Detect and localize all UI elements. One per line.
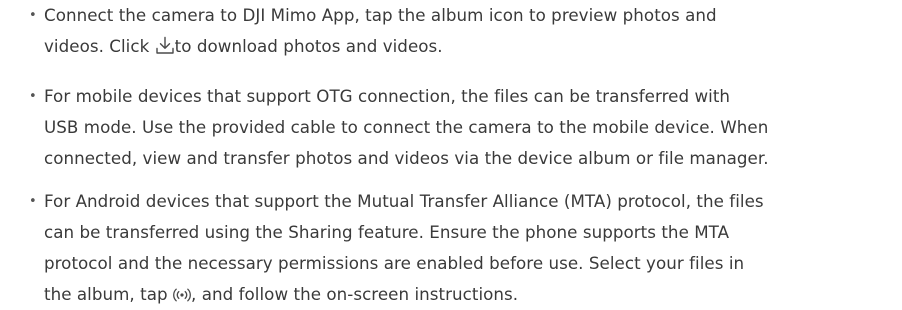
bullet-marker: • — [29, 8, 37, 23]
text-segment: , and follow the on-screen instructions. — [191, 284, 519, 304]
bullet-text: For Android devices that support the Mut… — [44, 186, 889, 310]
bullet-text: Connect the camera to DJI Mimo App, tap … — [44, 0, 889, 62]
bullet-marker: • — [29, 194, 37, 209]
bullet-text: For mobile devices that support OTG conn… — [44, 81, 889, 174]
manual-section: • Connect the camera to DJI Mimo App, ta… — [0, 0, 902, 309]
text-line: the album, tap , and follow the on-scree… — [44, 279, 889, 310]
download-icon — [155, 36, 175, 55]
bullet-marker: • — [29, 89, 37, 104]
text-line: USB mode. Use the provided cable to conn… — [44, 117, 769, 137]
text-line: connected, view and transfer photos and … — [44, 148, 769, 168]
text-line: can be transferred using the Sharing fea… — [44, 222, 730, 242]
sharing-icon — [173, 287, 191, 303]
text-line: protocol and the necessary permissions a… — [44, 253, 745, 273]
text-line: For mobile devices that support OTG conn… — [44, 86, 731, 106]
text-segment: videos. Click — [44, 36, 155, 56]
text-line: Connect the camera to DJI Mimo App, tap … — [44, 5, 717, 25]
text-line: videos. Click to download photos and vid… — [44, 31, 889, 62]
text-segment: the album, tap — [44, 284, 174, 304]
text-line: For Android devices that support the Mut… — [44, 191, 764, 211]
text-segment: to download photos and videos. — [174, 36, 443, 56]
